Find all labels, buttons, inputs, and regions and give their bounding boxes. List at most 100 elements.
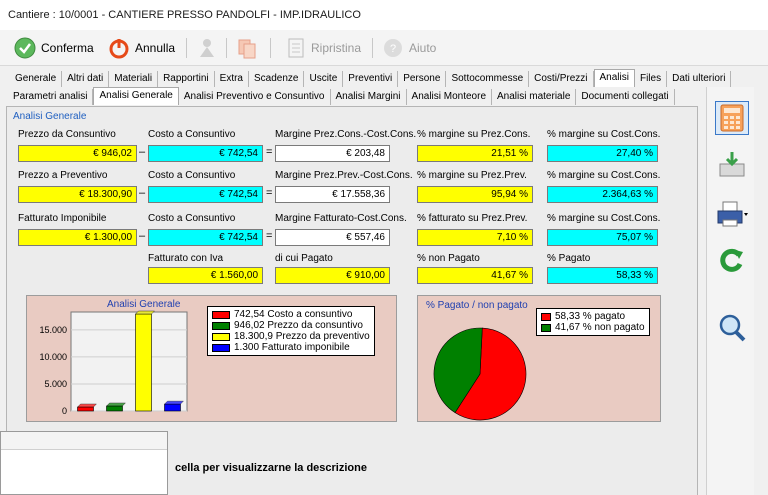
restore-label: Ripristina [311, 41, 362, 55]
window-title-bar: Cantiere : 10/0001 - CANTIERE PRESSO PAN… [0, 0, 768, 30]
label-perc-margine-costo: % margine su Cost.Cons. [547, 213, 661, 224]
field-fatturato-iva[interactable]: € 1.560,00 [148, 267, 263, 284]
minus-operator: – [139, 187, 146, 199]
tab-extra[interactable]: Extra [215, 71, 249, 87]
tab-persone[interactable]: Persone [398, 71, 447, 87]
bar-top-0 [76, 403, 98, 408]
cancel-label: Annulla [135, 41, 176, 55]
power-icon [109, 39, 129, 59]
tab-generale[interactable]: Generale [10, 71, 63, 87]
legend-entry: 58,33 % pagato [541, 311, 645, 322]
field-fatturato-imponibile[interactable]: € 1.300,00 [18, 229, 137, 246]
tab-files[interactable]: Files [635, 71, 668, 87]
bar-2 [135, 313, 152, 412]
cancel-button[interactable]: Annulla [108, 36, 175, 60]
confirm-label: Conferma [41, 41, 94, 55]
tab-uscite[interactable]: Uscite [304, 71, 344, 87]
subtab-analisi-monteore[interactable]: Analisi Monteore [407, 89, 493, 105]
field-perc-margine-costo[interactable]: 75,07 % [547, 229, 658, 246]
legend-swatch [212, 310, 230, 319]
bar-chart-panel: Analisi Generale 0 5.000 10.000 15.000 742,5… [26, 295, 397, 422]
wizard-button[interactable] [196, 36, 218, 60]
label-perc-non-pagato: % non Pagato [417, 253, 480, 264]
restore-button[interactable]: Ripristina [286, 36, 361, 60]
help-button[interactable]: ? Aiuto [382, 36, 436, 60]
confirm-button[interactable]: Conferma [14, 36, 94, 60]
legend-entry: 18.300,9 Prezzo da preventivo [212, 331, 370, 342]
bar-0 [77, 406, 94, 412]
field-perc-margine-costo[interactable]: 27,40 % [547, 145, 658, 162]
pie-chart-panel: % Pagato / non pagato 58,33 % pagato 41,6… [417, 295, 661, 422]
field-margine[interactable]: € 557,46 [275, 229, 390, 246]
bar-3 [164, 403, 181, 412]
legend-label: 1.300 Fatturato imponibile [234, 342, 350, 353]
subtab-analisi-generale[interactable]: Analisi Generale [93, 87, 179, 105]
field-perc-margine-prezzo[interactable]: 95,94 % [417, 186, 533, 203]
legend-entry: 946,02 Prezzo da consuntivo [212, 320, 370, 331]
legend-entry: 41,67 % non pagato [541, 322, 645, 333]
calculator-button[interactable] [715, 101, 749, 135]
legend-swatch [212, 332, 230, 341]
toolbar-separator [226, 38, 227, 58]
label-pagato: di cui Pagato [275, 253, 333, 264]
tab-rapportini[interactable]: Rapportini [158, 71, 215, 87]
tab-dati-ulteriori[interactable]: Dati ulteriori [667, 71, 732, 87]
tab-altri-dati[interactable]: Altri dati [62, 71, 110, 87]
field-costo-consuntivo[interactable]: € 742,54 [148, 186, 263, 203]
minus-operator: – [139, 230, 146, 242]
legend-label: 41,67 % non pagato [555, 322, 645, 333]
field-perc-margine-prezzo[interactable]: 21,51 % [417, 145, 533, 162]
tab-materiali[interactable]: Materiali [109, 71, 159, 87]
subtab-analisi-margini[interactable]: Analisi Margini [331, 89, 407, 105]
field-pagato[interactable]: € 910,00 [275, 267, 390, 284]
field-perc-margine-costo[interactable]: 2.364,63 % [547, 186, 658, 203]
bar-chart-legend: 742,54 Costo a consuntivo 946,02 Prezzo d… [207, 306, 375, 356]
subtab-documenti-collegati[interactable]: Documenti collegati [576, 89, 675, 105]
label-prezzo-consuntivo: Prezzo da Consuntivo [18, 129, 116, 140]
legend-swatch [212, 343, 230, 352]
subtab-parametri-analisi[interactable]: Parametri analisi [8, 89, 94, 105]
equals-operator: = [266, 230, 273, 242]
magnifier-icon [719, 314, 746, 342]
y-tick-label: 0 [62, 406, 67, 416]
subtab-analisi-preventivo-e-consuntivo[interactable]: Analisi Preventivo e Consuntivo [179, 89, 331, 105]
subtab-analisi-materiale[interactable]: Analisi materiale [492, 89, 577, 105]
print-button[interactable] [715, 197, 749, 231]
zoom-button[interactable] [715, 311, 749, 345]
tab-scadenze[interactable]: Scadenze [249, 71, 305, 87]
label-perc-margine-costo: % margine su Cost.Cons. [547, 129, 661, 140]
right-sidebar [706, 87, 754, 495]
toolbar-separator [372, 38, 373, 58]
field-perc-non-pagato[interactable]: 41,67 % [417, 267, 533, 284]
label-margine: Margine Prez.Cons.-Cost.Cons. [275, 129, 417, 140]
tab-costi-prezzi[interactable]: Costi/Prezzi [529, 71, 594, 87]
label-perc-margine-prezzo: % margine su Prez.Cons. [417, 129, 531, 140]
legend-swatch [212, 321, 230, 330]
copy-button[interactable] [236, 36, 258, 60]
label-margine: Margine Fatturato-Cost.Cons. [275, 213, 407, 224]
label-costo-consuntivo: Costo a Consuntivo [148, 213, 236, 224]
field-prezzo-preventivo[interactable]: € 18.300,90 [18, 186, 137, 203]
field-margine[interactable]: € 17.558,36 [275, 186, 390, 203]
toolbar: Conferma Annulla Ripristina ? Aiuto [0, 30, 768, 66]
tab-preventivi[interactable]: Preventivi [343, 71, 399, 87]
bar-1 [106, 405, 123, 412]
plot-area [70, 311, 188, 412]
label-costo-consuntivo: Costo a Consuntivo [148, 129, 236, 140]
main-tab-bar: Generale Altri dati Materiali Rapportini Ext… [10, 69, 732, 87]
tab-analisi[interactable]: Analisi [593, 69, 635, 87]
field-margine[interactable]: € 203,48 [275, 145, 390, 162]
field-costo-consuntivo[interactable]: € 742,54 [148, 145, 263, 162]
legend-swatch [541, 323, 551, 332]
legend-label: 742,54 Costo a consuntivo [234, 309, 353, 320]
field-prezzo-consuntivo[interactable]: € 946,02 [18, 145, 137, 162]
field-perc-pagato[interactable]: 58,33 % [547, 267, 658, 284]
tab-sottocommesse[interactable]: Sottocommesse [446, 71, 530, 87]
status-hint: cella per visualizzarne la descrizione [175, 462, 367, 474]
export-button[interactable] [715, 147, 749, 181]
copy-icon [238, 39, 256, 59]
refresh-button[interactable] [715, 243, 749, 277]
field-costo-consuntivo[interactable]: € 742,54 [148, 229, 263, 246]
label-perc-pagato: % Pagato [547, 253, 591, 264]
field-perc-fatturato[interactable]: 7,10 % [417, 229, 533, 246]
